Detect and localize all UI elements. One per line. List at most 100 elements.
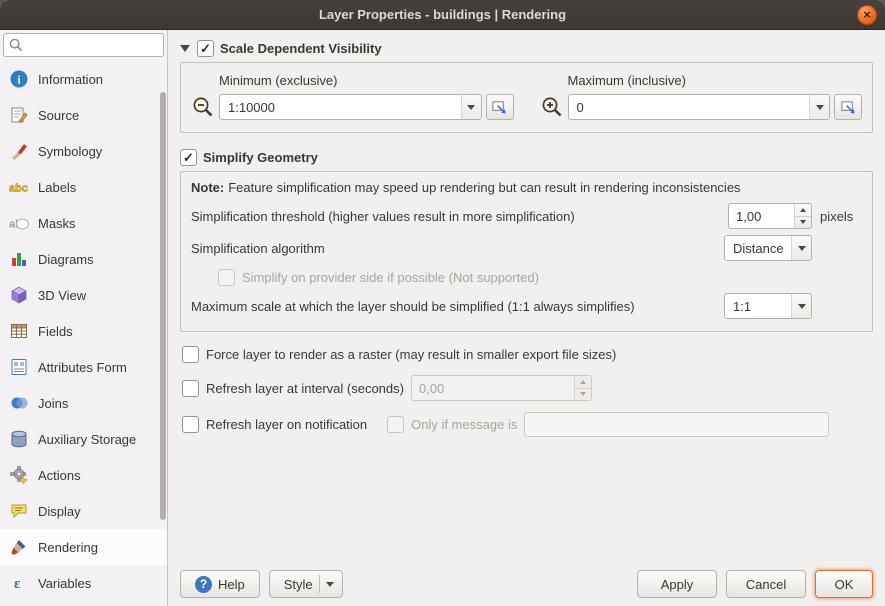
collapse-chevron-icon[interactable]: [180, 45, 190, 52]
close-icon[interactable]: ×: [857, 5, 877, 25]
sidebar-item-labels[interactable]: abc Labels: [0, 169, 167, 205]
joins-icon: [8, 392, 30, 414]
sidebar-item-label: Source: [38, 107, 80, 123]
sidebar-scrollbar[interactable]: [160, 92, 166, 520]
symbology-icon: [8, 140, 30, 162]
minimum-scale-value: 1:10000: [228, 99, 275, 115]
style-button-label: Style: [283, 576, 313, 592]
help-icon: ?: [195, 575, 212, 593]
refresh-interval-label: Refresh layer at interval (seconds): [206, 380, 404, 396]
algorithm-label: Simplification algorithm: [191, 240, 325, 256]
chevron-down-icon[interactable]: [791, 294, 811, 318]
set-to-canvas-scale-icon: [492, 100, 506, 114]
sidebar-item-attributes-form[interactable]: Attributes Form: [0, 349, 167, 385]
sidebar-item-fields[interactable]: Fields: [0, 313, 167, 349]
ok-button-label: OK: [834, 576, 854, 592]
sidebar-item-actions[interactable]: Actions: [0, 457, 167, 493]
force-raster-label: Force layer to render as a raster (may r…: [206, 347, 617, 362]
minimum-scale-combobox[interactable]: 1:10000: [219, 94, 482, 120]
three-d-view-icon: [8, 284, 30, 306]
sidebar-item-label: Joins: [38, 395, 69, 411]
style-menu-button[interactable]: Style: [268, 570, 343, 598]
threshold-unit-label: pixels: [820, 208, 854, 224]
attributes-form-icon: [8, 356, 30, 378]
source-icon: [8, 104, 30, 126]
sidebar-item-symbology[interactable]: Symbology: [0, 133, 167, 169]
simplify-geometry-checkbox[interactable]: [180, 149, 197, 166]
force-raster-checkbox[interactable]: [182, 346, 199, 363]
max-simplify-scale-combobox[interactable]: 1:1: [724, 293, 812, 319]
notification-message-input: [524, 412, 830, 437]
fields-icon: [8, 320, 30, 342]
layer-properties-dialog: Layer Properties - buildings | Rendering…: [0, 0, 885, 606]
scale-visibility-group: Minimum (exclusive) 1:10000 Maximum (inc…: [180, 62, 873, 133]
rendering-icon: [8, 536, 30, 558]
menu-separator: [318, 575, 320, 593]
zoom-in-icon: [540, 95, 564, 119]
only-if-message-label: Only if message is: [411, 417, 518, 432]
sidebar-item-joins[interactable]: Joins: [0, 385, 167, 421]
provider-side-label: Simplify on provider side if possible (N…: [242, 269, 539, 285]
masks-icon: abc: [8, 212, 30, 234]
chevron-down-icon[interactable]: [791, 236, 811, 260]
refresh-interval-row: Refresh layer at interval (seconds) 0,00: [180, 375, 873, 401]
sidebar-search[interactable]: [3, 33, 164, 57]
spinner-arrows-icon[interactable]: [794, 204, 811, 228]
simplify-geometry-title: Simplify Geometry: [203, 150, 318, 165]
search-input[interactable]: [24, 37, 159, 53]
provider-side-checkbox: [218, 268, 235, 286]
labels-icon: abc: [8, 176, 30, 198]
titlebar[interactable]: Layer Properties - buildings | Rendering…: [0, 0, 885, 30]
sidebar-item-3d-view[interactable]: 3D View: [0, 277, 167, 313]
scale-visibility-checkbox[interactable]: [197, 40, 214, 57]
cancel-button[interactable]: Cancel: [726, 570, 806, 598]
max-simplify-scale-label: Maximum scale at which the layer should …: [191, 298, 635, 314]
sidebar-item-diagrams[interactable]: Diagrams: [0, 241, 167, 277]
sidebar-item-label: 3D View: [38, 287, 87, 303]
sidebar-item-variables[interactable]: ε Variables: [0, 565, 167, 601]
scale-visibility-title: Scale Dependent Visibility: [220, 41, 382, 56]
sidebar-item-information[interactable]: i Information: [0, 61, 167, 97]
svg-text:ε: ε: [14, 576, 21, 592]
refresh-notification-checkbox[interactable]: [182, 416, 199, 433]
minimum-scale-column: Minimum (exclusive) 1:10000: [191, 73, 514, 120]
sidebar-item-display[interactable]: Display: [0, 493, 167, 529]
set-minimum-to-canvas-scale-button[interactable]: [485, 94, 514, 120]
simplification-note: Note: Feature simplification may speed up…: [191, 180, 862, 195]
threshold-spinbox[interactable]: 1,00: [728, 203, 812, 229]
refresh-interval-checkbox[interactable]: [182, 379, 199, 397]
sidebar-item-auxiliary-storage[interactable]: Auxiliary Storage: [0, 421, 167, 457]
refresh-notification-row: Refresh layer on notification Only if me…: [180, 412, 873, 437]
algorithm-combobox[interactable]: Distance: [724, 235, 812, 261]
chevron-down-icon[interactable]: [460, 95, 481, 119]
simplify-geometry-header: Simplify Geometry: [180, 149, 873, 166]
set-to-canvas-scale-icon: [840, 100, 855, 114]
refresh-notification-label: Refresh layer on notification: [206, 417, 368, 432]
search-icon: [9, 38, 23, 52]
chevron-down-icon[interactable]: [809, 95, 829, 119]
sidebar-item-label: Symbology: [38, 143, 103, 159]
threshold-row: Simplification threshold (higher values …: [191, 203, 862, 229]
help-button[interactable]: ? Help: [180, 570, 260, 598]
maximum-scale-label: Maximum (inclusive): [567, 73, 686, 88]
dialog-body: i Information Source Symbology abc Label…: [0, 30, 885, 606]
help-button-label: Help: [218, 576, 245, 592]
max-simplify-scale-row: Maximum scale at which the layer should …: [191, 293, 862, 319]
dialog-footer: ? Help Style Apply Cancel OK: [180, 564, 873, 598]
apply-button[interactable]: Apply: [637, 570, 717, 598]
maximum-scale-combobox[interactable]: 0: [567, 94, 830, 120]
sidebar-item-label: Diagrams: [38, 251, 94, 267]
maximum-scale-value: 0: [576, 99, 584, 115]
scale-visibility-header: Scale Dependent Visibility: [180, 40, 873, 57]
sidebar-item-label: Labels: [38, 179, 77, 195]
threshold-label: Simplification threshold (higher values …: [191, 208, 575, 224]
information-icon: i: [8, 68, 30, 90]
max-simplify-scale-value: 1:1: [733, 298, 752, 314]
cancel-button-label: Cancel: [745, 576, 787, 592]
sidebar-item-masks[interactable]: abc Masks: [0, 205, 167, 241]
set-maximum-to-canvas-scale-button[interactable]: [834, 94, 862, 120]
ok-button[interactable]: OK: [815, 570, 873, 598]
sidebar-item-label: Information: [38, 71, 104, 87]
sidebar-item-rendering[interactable]: Rendering: [0, 529, 167, 565]
sidebar-item-source[interactable]: Source: [0, 97, 167, 133]
